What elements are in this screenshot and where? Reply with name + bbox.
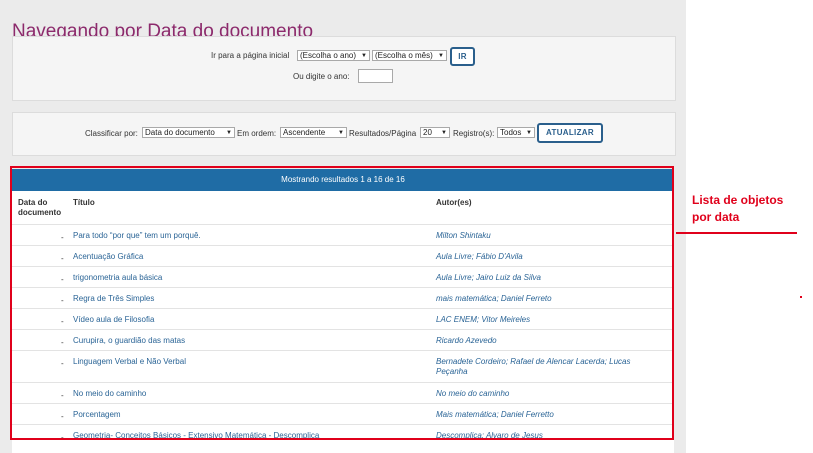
records-select[interactable]: Todos ▼ [497, 127, 535, 138]
chevron-down-icon: ▼ [526, 130, 532, 136]
month-select-value: (Escolha o mês) [375, 51, 433, 60]
rpp-label: Resultados/Página [349, 129, 417, 138]
sort-by-label: Classificar por: [85, 129, 138, 138]
chevron-down-icon: ▼ [361, 53, 367, 59]
chevron-down-icon: ▼ [338, 130, 344, 136]
jump-label: Ir para a página inicial [211, 51, 290, 60]
chevron-down-icon: ▼ [441, 130, 447, 136]
rpp-select[interactable]: 20 ▼ [420, 127, 450, 138]
go-button[interactable]: IR [450, 47, 475, 66]
rpp-value: 20 [423, 128, 432, 137]
chevron-down-icon: ▼ [438, 53, 444, 59]
annotation-label: Lista de objetos por data [692, 192, 783, 226]
annotation-dot [800, 296, 802, 298]
type-year-label: Ou digite o ano: [293, 72, 350, 81]
annotation-line-2: por data [692, 210, 740, 224]
records-value: Todos [500, 128, 522, 137]
year-select-value: (Escolha o ano) [300, 51, 357, 60]
sort-panel: Classificar por: Data do documento ▼ Em … [12, 112, 676, 156]
order-label: Em ordem: [237, 129, 277, 138]
records-label: Registro(s): [453, 129, 495, 138]
chevron-down-icon: ▼ [226, 130, 232, 136]
sort-by-value: Data do documento [145, 128, 215, 137]
month-select[interactable]: (Escolha o mês) ▼ [372, 50, 447, 61]
year-input[interactable] [358, 69, 393, 83]
jump-to-panel: Ir para a página inicial (Escolha o ano)… [12, 36, 676, 101]
order-value: Ascendente [283, 128, 326, 137]
sort-by-select[interactable]: Data do documento ▼ [142, 127, 235, 138]
annotation-line-1: Lista de objetos [692, 193, 784, 207]
update-button[interactable]: ATUALIZAR [537, 123, 603, 143]
year-select[interactable]: (Escolha o ano) ▼ [297, 50, 370, 61]
annotation-underline [676, 232, 797, 234]
annotation-highlight-box [10, 166, 674, 440]
order-select[interactable]: Ascendente ▼ [280, 127, 347, 138]
